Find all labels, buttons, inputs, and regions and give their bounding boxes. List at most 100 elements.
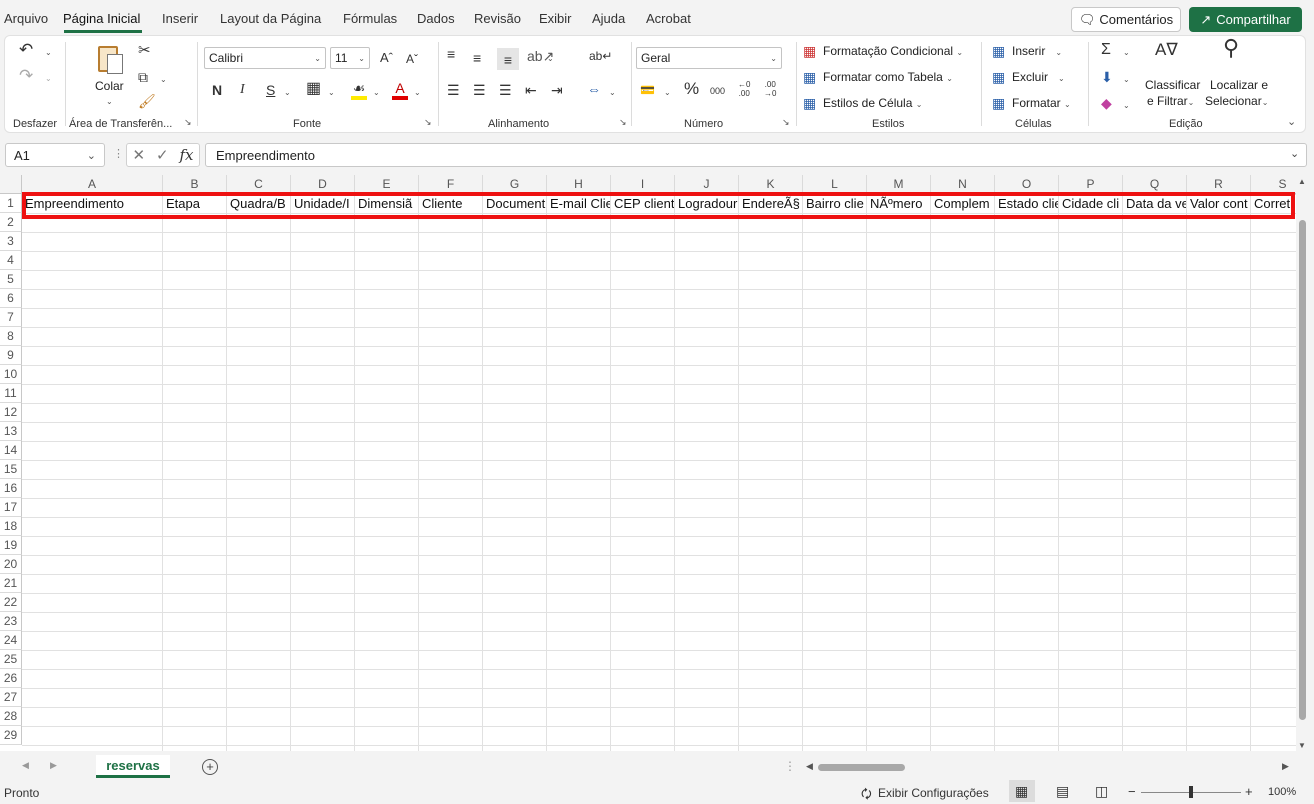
clipboard-launcher-icon[interactable]: ↘ [184, 117, 192, 128]
delete-cells-button[interactable]: Excluir ⌄ [1012, 70, 1065, 84]
scroll-left-icon[interactable]: ◀ [806, 761, 813, 772]
format-as-table-button[interactable]: Formatar como Tabela ⌄ [823, 70, 953, 84]
decrease-decimal-icon[interactable]: .00 →0 [764, 80, 776, 98]
row-header-16[interactable]: 16 [0, 479, 22, 498]
tab-layout-da-pagina[interactable]: Layout da Página [220, 11, 321, 26]
row-header-9[interactable]: 9 [0, 346, 22, 365]
display-settings-button[interactable]: Exibir Configurações [878, 786, 989, 800]
select-all-corner[interactable] [0, 175, 22, 194]
decrease-indent-icon[interactable]: ⇤ [525, 82, 537, 98]
row-header-12[interactable]: 12 [0, 403, 22, 422]
normal-view-icon[interactable]: ▦ [1015, 783, 1028, 800]
undo-icon[interactable]: ↶ [19, 41, 33, 58]
scroll-down-icon[interactable]: ▼ [1298, 741, 1306, 750]
tab-ajuda[interactable]: Ajuda [592, 11, 625, 26]
row-header-20[interactable]: 20 [0, 555, 22, 574]
undo-dropdown-chevron-icon[interactable]: ⌄ [45, 45, 52, 61]
row-header-7[interactable]: 7 [0, 308, 22, 327]
row-header-29[interactable]: 29 [0, 726, 22, 745]
row-header-23[interactable]: 23 [0, 612, 22, 631]
insert-function-icon[interactable]: fx [180, 146, 194, 164]
number-launcher-icon[interactable]: ↘ [782, 117, 790, 128]
percent-icon[interactable]: % [684, 80, 699, 97]
formula-input[interactable]: Empreendimento [205, 143, 1307, 167]
orientation-chevron-icon[interactable]: ⌄ [547, 51, 554, 67]
prev-sheet-icon[interactable]: ◀ [22, 760, 29, 771]
row-header-15[interactable]: 15 [0, 460, 22, 479]
conditional-formatting-button[interactable]: Formatação Condicional ⌄ [823, 44, 963, 58]
row-header-3[interactable]: 3 [0, 232, 22, 251]
page-layout-view-icon[interactable]: ▤ [1056, 783, 1069, 800]
row-header-26[interactable]: 26 [0, 669, 22, 688]
clear-chevron-icon[interactable]: ⌄ [1123, 98, 1130, 114]
display-settings-icon[interactable]: 🗘 [861, 785, 872, 804]
borders-icon[interactable]: ▦ [306, 81, 321, 97]
font-name-select[interactable]: Calibri ⌄ [204, 47, 326, 69]
align-left-icon[interactable]: ☰ [447, 82, 460, 98]
fill-color-icon[interactable]: ☙ [351, 80, 367, 100]
font-size-select[interactable]: 11 ⌄ [330, 47, 370, 69]
cell-area[interactable]: Empreendimento Etapa Quadra/B Unidade/I Dime… [22, 194, 1296, 751]
grow-font-icon[interactable]: Aˆ [380, 50, 393, 66]
align-bottom-icon[interactable]: ≡ [497, 48, 519, 70]
row-header-25[interactable]: 25 [0, 650, 22, 669]
number-format-select[interactable]: Geral ⌄ [636, 47, 782, 69]
cell-styles-button[interactable]: Estilos de Célula ⌄ [823, 96, 922, 110]
row-header-22[interactable]: 22 [0, 593, 22, 612]
copy-icon[interactable]: ⧉ [138, 69, 148, 85]
next-sheet-icon[interactable]: ▶ [50, 760, 57, 771]
tab-inserir[interactable]: Inserir [162, 11, 198, 26]
bold-button[interactable]: N [212, 82, 222, 98]
share-button[interactable]: ↗ Compartilhar [1189, 7, 1302, 32]
row-header-21[interactable]: 21 [0, 574, 22, 593]
shrink-font-icon[interactable]: Aˇ [406, 51, 418, 67]
merge-center-icon[interactable]: ⇔ [587, 81, 601, 97]
borders-chevron-icon[interactable]: ⌄ [328, 85, 335, 101]
expand-formula-bar-chevron-icon[interactable]: ⌄ [1290, 147, 1299, 160]
row-header-17[interactable]: 17 [0, 498, 22, 517]
format-painter-icon[interactable]: 🖌 [138, 93, 156, 109]
horizontal-scroll-thumb[interactable] [818, 764, 905, 771]
row-header-27[interactable]: 27 [0, 688, 22, 707]
zoom-level[interactable]: 100% [1268, 786, 1296, 798]
tab-formulas[interactable]: Fórmulas [343, 11, 397, 26]
alignment-launcher-icon[interactable]: ↘ [619, 117, 627, 128]
underline-chevron-icon[interactable]: ⌄ [284, 85, 291, 101]
copy-chevron-icon[interactable]: ⌄ [160, 72, 167, 88]
zoom-in-icon[interactable]: + [1245, 784, 1253, 799]
insert-cells-button[interactable]: Inserir ⌄ [1012, 44, 1062, 58]
row-header-24[interactable]: 24 [0, 631, 22, 650]
underline-button[interactable]: S [266, 82, 275, 98]
sheet-tab-reservas[interactable]: reservas [96, 755, 170, 778]
font-color-icon[interactable]: A [392, 80, 408, 100]
page-break-view-icon[interactable]: ◫ [1095, 783, 1108, 800]
scroll-up-icon[interactable]: ▲ [1298, 177, 1306, 186]
zoom-slider-thumb[interactable] [1189, 786, 1193, 798]
cancel-entry-icon[interactable]: ✕ [132, 146, 145, 164]
row-header-18[interactable]: 18 [0, 517, 22, 536]
sort-filter-label-line1[interactable]: Classificar [1145, 78, 1200, 92]
vertical-scrollbar[interactable]: ▲ ▼ [1297, 175, 1311, 755]
redo-dropdown-chevron-icon[interactable]: ⌄ [45, 71, 52, 87]
tab-split-grip-icon[interactable]: ⋮ [784, 759, 796, 773]
autosum-chevron-icon[interactable]: ⌄ [1123, 45, 1130, 61]
zoom-out-icon[interactable]: − [1128, 784, 1136, 799]
row-header-4[interactable]: 4 [0, 251, 22, 270]
find-select-button[interactable]: Selecionar⌄ [1205, 94, 1268, 108]
row-header-28[interactable]: 28 [0, 707, 22, 726]
tab-dados[interactable]: Dados [417, 11, 455, 26]
row-header-8[interactable]: 8 [0, 327, 22, 346]
row-header-19[interactable]: 19 [0, 536, 22, 555]
paste-icon[interactable] [94, 42, 128, 76]
row-header-6[interactable]: 6 [0, 289, 22, 308]
currency-chevron-icon[interactable]: ⌄ [664, 85, 671, 101]
thousands-separator-icon[interactable]: 000 [710, 83, 725, 99]
confirm-entry-icon[interactable]: ✓ [156, 146, 169, 164]
format-cells-button[interactable]: Formatar ⌄ [1012, 96, 1071, 110]
scroll-right-icon[interactable]: ▶ [1282, 761, 1289, 772]
redo-icon[interactable]: ↷ [19, 67, 33, 84]
vertical-scroll-thumb[interactable] [1299, 220, 1306, 720]
wrap-text-icon[interactable]: ab↵ [589, 48, 612, 64]
row-header-13[interactable]: 13 [0, 422, 22, 441]
tab-acrobat[interactable]: Acrobat [646, 11, 691, 26]
